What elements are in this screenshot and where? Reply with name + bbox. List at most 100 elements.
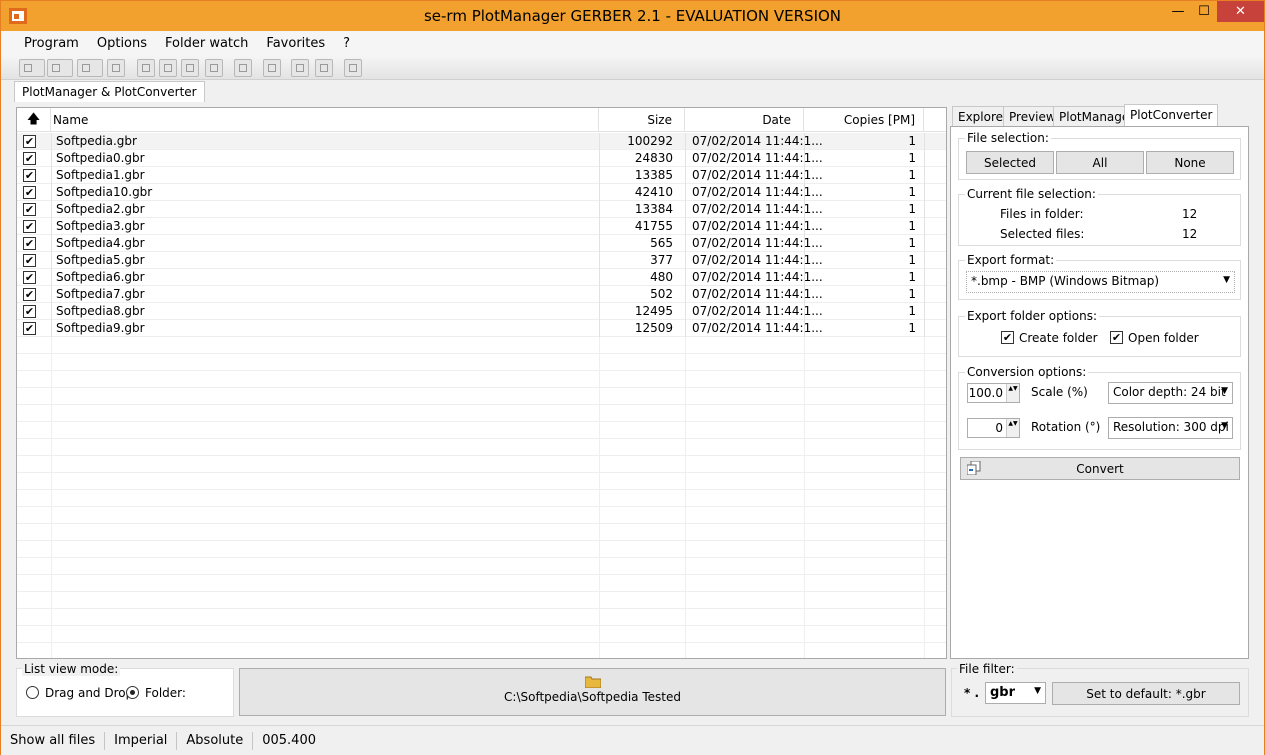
scale-spinner[interactable]: 100.0 ▲▼ (967, 383, 1020, 403)
zoom-fit-icon[interactable] (159, 59, 177, 77)
table-row[interactable]: ✔ Softpedia3.gbr 41755 07/02/2014 11:44:1..… (17, 218, 946, 235)
menu-favorites[interactable]: Favorites (257, 36, 334, 51)
list-view-mode-label: List view mode: (22, 662, 121, 676)
tab-plotconverter[interactable]: PlotConverter (1124, 104, 1219, 127)
column-separator (599, 320, 600, 337)
export-format-select[interactable]: *.bmp - BMP (Windows Bitmap) ▼ (966, 271, 1235, 293)
column-separator (685, 269, 686, 286)
table-row[interactable]: ✔ Softpedia0.gbr 24830 07/02/2014 11:44:1..… (17, 150, 946, 167)
convert-button[interactable]: Convert (960, 457, 1240, 480)
empty-row (17, 371, 946, 388)
row-checkbox[interactable]: ✔ (23, 271, 36, 284)
menu-program[interactable]: Program (15, 36, 88, 51)
table-row[interactable]: ✔ Softpedia2.gbr 13384 07/02/2014 11:44:1..… (17, 201, 946, 218)
column-copies[interactable]: Copies [PM] (804, 108, 924, 132)
row-checkbox[interactable]: ✔ (23, 152, 36, 165)
scale-label: Scale (%) (1031, 385, 1088, 399)
column-separator (804, 201, 805, 218)
file-filter-select[interactable]: gbr ▼ (985, 682, 1046, 704)
rotation-value: 0 (995, 421, 1003, 435)
column-separator (804, 235, 805, 252)
color-depth-select[interactable]: Color depth: 24 bit ▼ (1108, 382, 1233, 404)
file-list[interactable]: 🡅 Name Size Date Copies [PM] ✔ Softpedia.… (16, 107, 947, 659)
column-separator (924, 235, 925, 252)
zoom-out-icon[interactable] (205, 59, 223, 77)
convert-label: Convert (1076, 461, 1124, 476)
status-units[interactable]: Imperial (105, 731, 178, 750)
sort-arrow-icon[interactable]: 🡅 (17, 108, 51, 132)
open-folder-checkbox[interactable]: ✔ (1110, 331, 1123, 344)
menu-help[interactable]: ? (334, 36, 359, 51)
menu-folder-watch[interactable]: Folder watch (156, 36, 257, 51)
row-checkbox[interactable]: ✔ (23, 135, 36, 148)
row-checkbox[interactable]: ✔ (23, 203, 36, 216)
create-folder-checkbox[interactable]: ✔ (1001, 331, 1014, 344)
rotate-right-icon[interactable] (315, 59, 333, 77)
selected-files-value: 12 (1182, 227, 1198, 241)
row-size: 12495 (634, 304, 673, 318)
color-depth-value: Color depth: 24 bit (1113, 385, 1226, 399)
table-row[interactable]: ✔ Softpedia5.gbr 377 07/02/2014 11:44:1... 1 (17, 252, 946, 269)
rotation-spinner[interactable]: 0 ▲▼ (967, 418, 1020, 438)
search-icon[interactable] (77, 59, 103, 77)
tab-plotmanager-plotconverter[interactable]: PlotManager & PlotConverter (14, 81, 205, 102)
row-name: Softpedia7.gbr (56, 287, 145, 301)
spinner-arrows-icon[interactable]: ▲▼ (1006, 384, 1019, 402)
table-row[interactable]: ✔ Softpedia1.gbr 13385 07/02/2014 11:44:1..… (17, 167, 946, 184)
table-row[interactable]: ✔ Softpedia7.gbr 502 07/02/2014 11:44:1... 1 (17, 286, 946, 303)
table-row[interactable]: ✔ Softpedia4.gbr 565 07/02/2014 11:44:1... 1 (17, 235, 946, 252)
status-value: 005.400 (262, 732, 316, 748)
table-row[interactable]: ✔ Softpedia9.gbr 12509 07/02/2014 11:44:1..… (17, 320, 946, 337)
select-none-button[interactable]: None (1146, 151, 1234, 174)
row-copies: 1 (908, 270, 916, 284)
column-separator (924, 286, 925, 303)
minimize-button[interactable]: — (1165, 1, 1191, 22)
row-checkbox[interactable]: ✔ (23, 220, 36, 233)
row-name: Softpedia3.gbr (56, 219, 145, 233)
table-row[interactable]: ✔ Softpedia10.gbr 42410 07/02/2014 11:44:1.… (17, 184, 946, 201)
spinner-arrows-icon[interactable]: ▲▼ (1006, 419, 1019, 437)
page-view-icon[interactable] (137, 59, 155, 77)
select-all-button[interactable]: All (1056, 151, 1144, 174)
row-checkbox[interactable]: ✔ (23, 254, 36, 267)
maximize-button[interactable]: ☐ (1191, 1, 1217, 22)
print-icon[interactable] (47, 59, 73, 77)
table-row[interactable]: ✔ Softpedia8.gbr 12495 07/02/2014 11:44:1..… (17, 303, 946, 320)
column-name[interactable]: Name (51, 108, 599, 132)
column-separator (599, 286, 600, 303)
row-checkbox[interactable]: ✔ (23, 169, 36, 182)
open-folder-icon[interactable] (19, 59, 45, 77)
folder-path-button[interactable]: C:\Softpedia\Softpedia Tested (239, 668, 946, 716)
edit-icon[interactable] (107, 59, 125, 77)
row-checkbox[interactable]: ✔ (23, 237, 36, 250)
status-show-all-files[interactable]: Show all files (1, 731, 106, 750)
menu-options[interactable]: Options (88, 36, 156, 51)
rotate-left-icon[interactable] (291, 59, 309, 77)
column-separator (51, 235, 52, 252)
toolbar (1, 56, 1264, 80)
table-row[interactable]: ✔ Softpedia.gbr 100292 07/02/2014 11:44:1..… (17, 133, 946, 150)
select-selected-button[interactable]: Selected (966, 151, 1054, 174)
close-button[interactable]: ✕ (1217, 1, 1264, 22)
current-selection-label: Current file selection: (965, 187, 1098, 201)
row-checkbox[interactable]: ✔ (23, 322, 36, 335)
row-copies: 1 (908, 151, 916, 165)
column-separator (51, 184, 52, 201)
set-default-filter-button[interactable]: Set to default: *.gbr (1052, 682, 1240, 705)
table-row[interactable]: ✔ Softpedia6.gbr 480 07/02/2014 11:44:1... 1 (17, 269, 946, 286)
row-checkbox[interactable]: ✔ (23, 186, 36, 199)
resolution-select[interactable]: Resolution: 300 dpi ▼ (1108, 417, 1233, 439)
column-size[interactable]: Size (599, 108, 685, 132)
column-separator (51, 286, 52, 303)
row-checkbox[interactable]: ✔ (23, 305, 36, 318)
status-coordinates-mode[interactable]: Absolute (177, 731, 254, 750)
drag-drop-radio[interactable] (26, 686, 39, 699)
column-separator (685, 235, 686, 252)
pan-icon[interactable] (234, 59, 252, 77)
frame-icon[interactable] (263, 59, 281, 77)
folder-radio[interactable] (126, 686, 139, 699)
report-icon[interactable] (344, 59, 362, 77)
column-date[interactable]: Date (685, 108, 804, 132)
row-checkbox[interactable]: ✔ (23, 288, 36, 301)
zoom-in-icon[interactable] (181, 59, 199, 77)
